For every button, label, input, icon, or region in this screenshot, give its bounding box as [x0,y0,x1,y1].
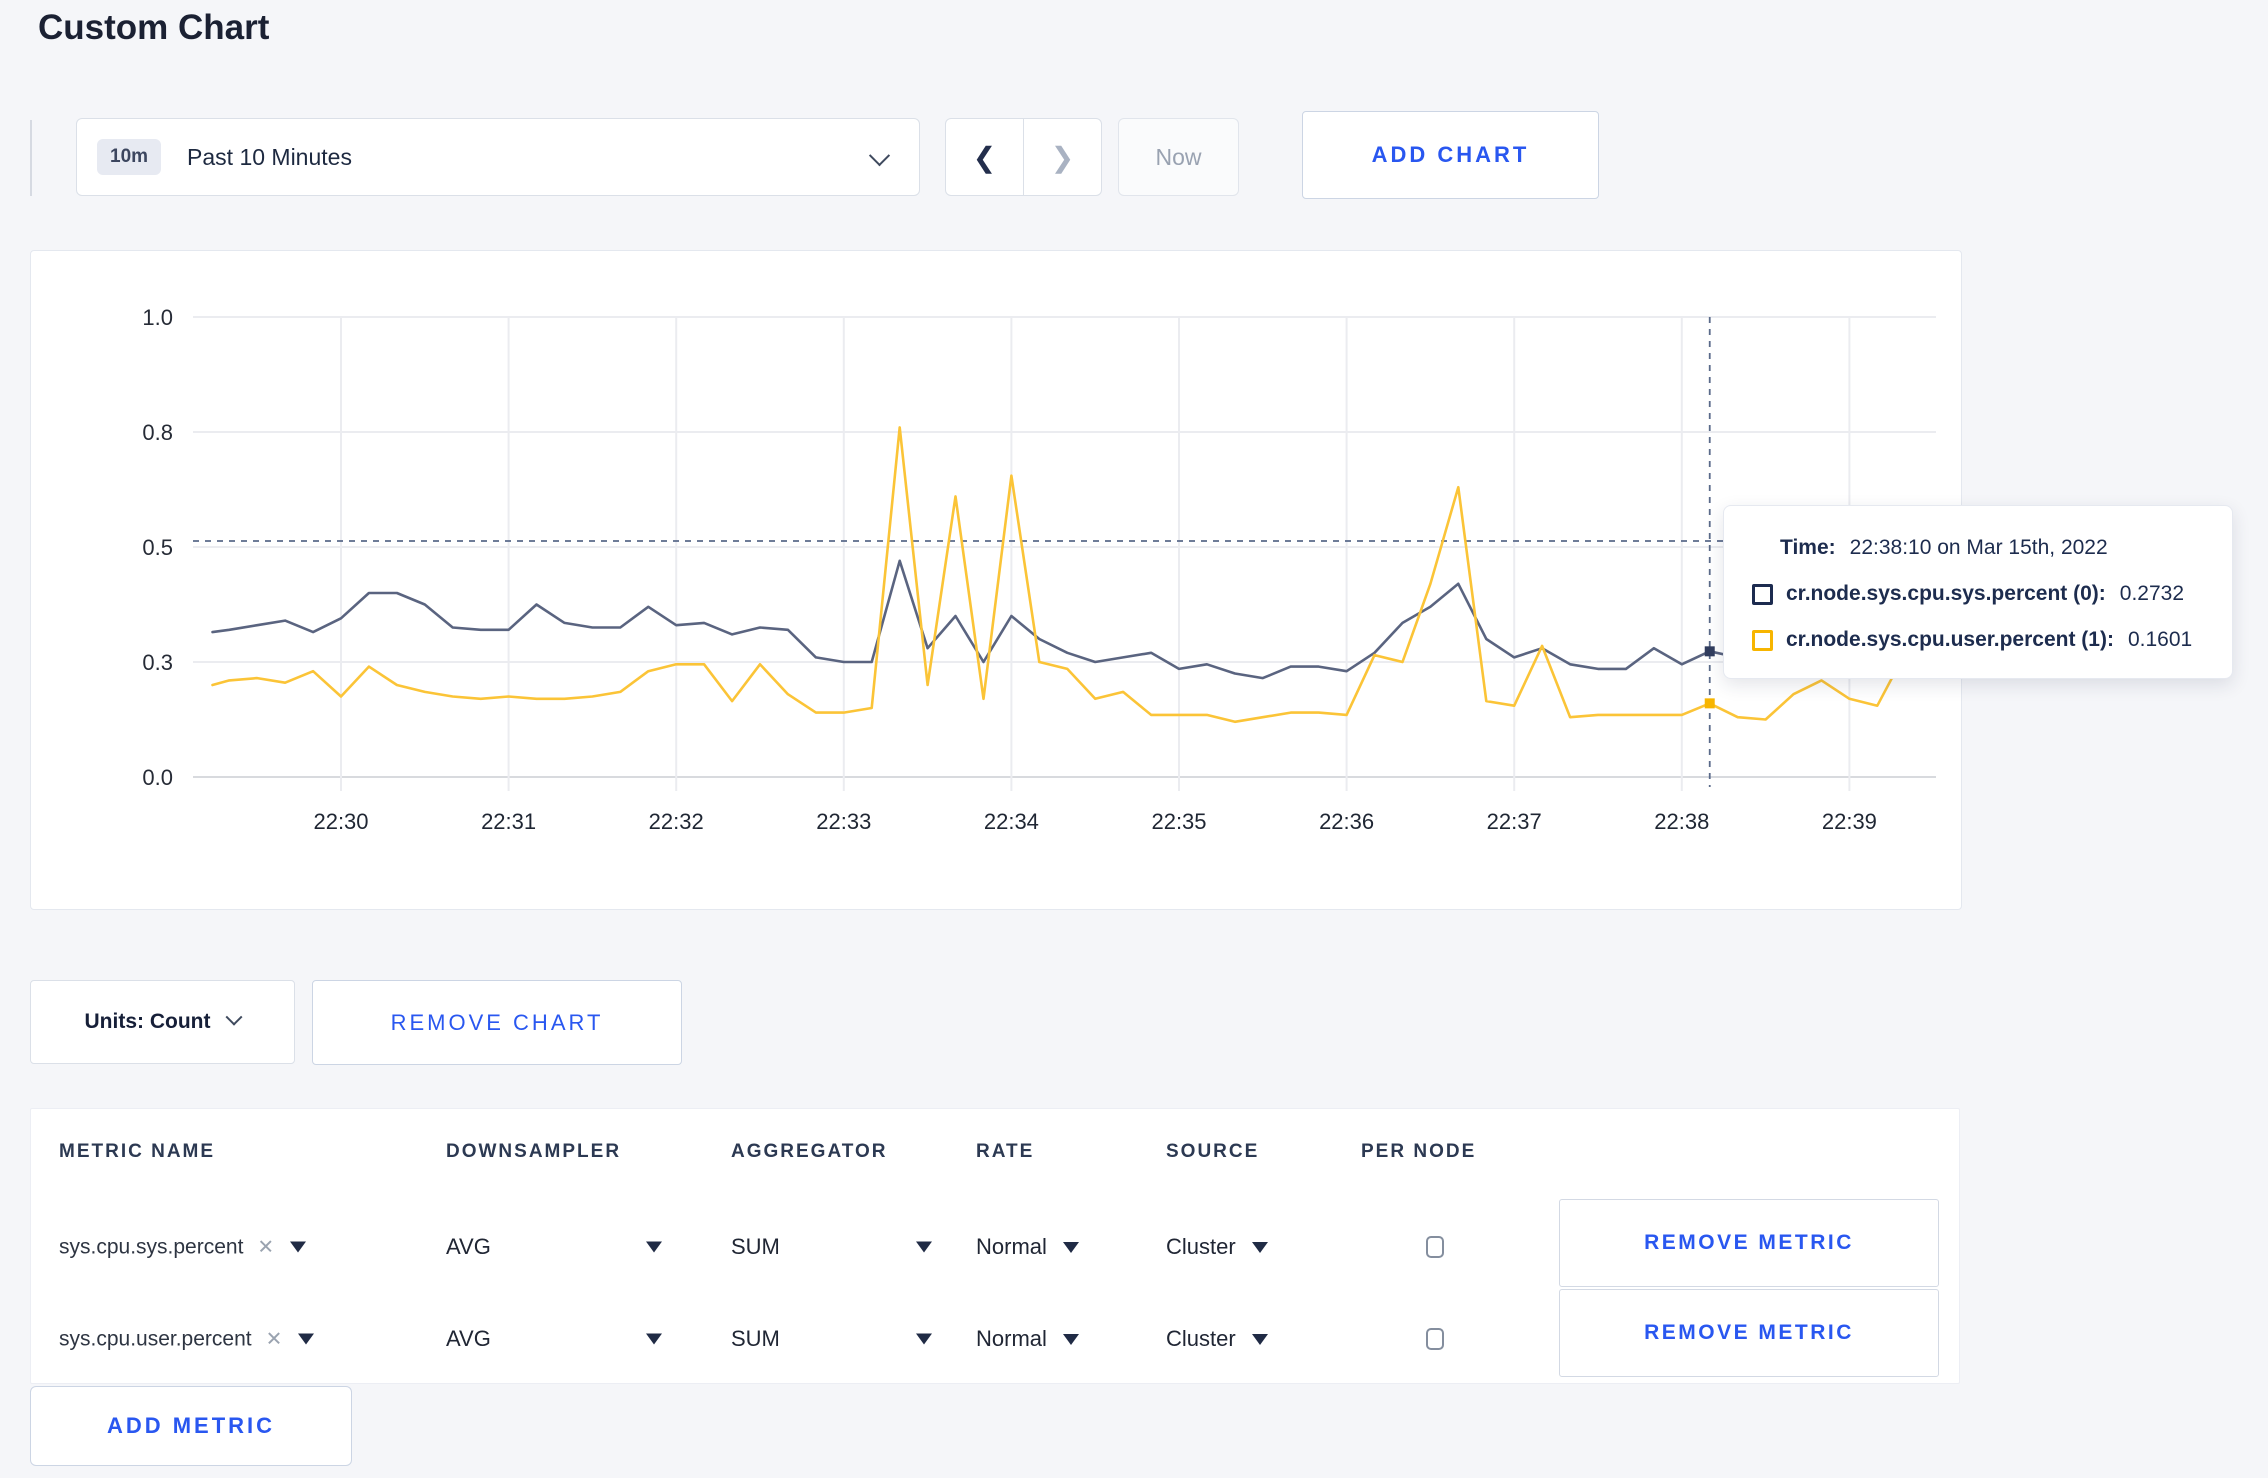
col-header-aggregator: AGGREGATOR [731,1141,888,1162]
caret-down-icon [1062,1333,1079,1345]
caret-down-icon [1251,1333,1268,1345]
svg-text:22:33: 22:33 [816,809,871,834]
time-nav-group: ❮ ❯ [945,118,1102,196]
add-metric-button[interactable]: ADD METRIC [30,1386,352,1466]
chart-panel: 0.0 0.3 0.5 0.8 1.0 22:30 22:31 22:32 22:33 22:34… [30,250,1962,910]
toolbar-divider [30,120,32,196]
downsampler-value: AVG [446,1234,491,1259]
svg-text:0.5: 0.5 [142,535,173,560]
per-node-cell [1426,1236,1444,1258]
tooltip-series-value: 0.1601 [2127,628,2193,651]
col-header-per-node: PER NODE [1361,1141,1477,1162]
sys-series-swatch-icon [1752,583,1773,605]
metric-name-select[interactable]: sys.cpu.sys.percent ✕ [59,1235,307,1260]
units-label: Units: Count [84,1010,211,1033]
svg-text:1.0: 1.0 [142,305,173,330]
prev-time-button[interactable]: ❮ [945,118,1024,196]
svg-text:22:35: 22:35 [1151,809,1206,834]
clear-metric-icon[interactable]: ✕ [257,1235,274,1260]
rate-select[interactable]: Normal [976,1234,1079,1260]
caret-down-icon [646,1241,662,1253]
svg-text:22:34: 22:34 [984,809,1039,834]
svg-text:0.3: 0.3 [142,650,173,675]
col-header-downsampler: DOWNSAMPLER [446,1141,622,1162]
tooltip-series-label: cr.node.sys.cpu.user.percent (1): [1786,628,2114,651]
chevron-left-icon: ❮ [972,141,997,173]
metric-name: sys.cpu.sys.percent [59,1235,244,1258]
remove-chart-button[interactable]: REMOVE CHART [312,980,682,1065]
downsampler-caret[interactable] [646,1241,662,1253]
tooltip-time-label: Time: [1780,536,1836,559]
chevron-down-icon [225,1008,243,1026]
caret-down-icon [290,1241,307,1253]
chevron-right-icon: ❯ [1050,141,1075,173]
custom-chart-page: Custom Chart 10m Past 10 Minutes ❮ ❯ Now… [0,0,2268,1478]
downsampler-value: AVG [446,1326,491,1351]
aggregator-value: SUM [731,1234,780,1259]
remove-metric-button[interactable]: REMOVE METRIC [1559,1289,1939,1377]
per-node-cell [1426,1328,1444,1350]
svg-text:22:37: 22:37 [1487,809,1542,834]
svg-text:22:38: 22:38 [1654,809,1709,834]
svg-text:22:32: 22:32 [649,809,704,834]
next-time-button[interactable]: ❯ [1023,118,1102,196]
rate-select[interactable]: Normal [976,1326,1079,1352]
col-header-metric-name: METRIC NAME [59,1141,216,1162]
aggregator-caret[interactable] [916,1333,932,1345]
svg-text:22:39: 22:39 [1822,809,1877,834]
metric-name: sys.cpu.user.percent [59,1327,252,1350]
remove-metric-button[interactable]: REMOVE METRIC [1559,1199,1939,1287]
source-value: Cluster [1166,1326,1236,1351]
svg-text:22:36: 22:36 [1319,809,1374,834]
per-node-checkbox[interactable] [1426,1236,1444,1258]
caret-down-icon [916,1333,932,1345]
time-range-dropdown[interactable]: 10m Past 10 Minutes [76,118,920,196]
downsampler-select[interactable]: AVG [446,1234,491,1260]
per-node-checkbox[interactable] [1426,1328,1444,1350]
caret-down-icon [298,1333,315,1345]
chart-tooltip: Time: 22:38:10 on Mar 15th, 2022 cr.node… [1723,505,2233,679]
svg-text:0.0: 0.0 [142,765,173,790]
tooltip-series-row: cr.node.sys.cpu.sys.percent (0): 0.2732 [1752,582,2184,606]
rate-value: Normal [976,1234,1047,1259]
time-range-badge: 10m [97,139,162,175]
page-title: Custom Chart [38,8,270,47]
aggregator-select[interactable]: SUM [731,1326,780,1352]
caret-down-icon [646,1333,662,1345]
tooltip-series-row: cr.node.sys.cpu.user.percent (1): 0.1601 [1752,628,2192,652]
downsampler-caret[interactable] [646,1333,662,1345]
now-button[interactable]: Now [1118,118,1239,196]
tooltip-time-row: Time: 22:38:10 on Mar 15th, 2022 [1780,536,2108,560]
col-header-source: SOURCE [1166,1141,1260,1162]
metrics-table: METRIC NAME DOWNSAMPLER AGGREGATOR RATE … [30,1108,1960,1384]
downsampler-select[interactable]: AVG [446,1326,491,1352]
units-dropdown[interactable]: Units: Count [30,980,295,1064]
timeseries-chart[interactable]: 0.0 0.3 0.5 0.8 1.0 22:30 22:31 22:32 22:33 22:34… [31,251,1961,909]
caret-down-icon [1062,1241,1079,1253]
caret-down-icon [1251,1241,1268,1253]
caret-down-icon [916,1241,932,1253]
rate-value: Normal [976,1326,1047,1351]
col-header-rate: RATE [976,1141,1035,1162]
metric-name-select[interactable]: sys.cpu.user.percent ✕ [59,1327,315,1352]
svg-text:22:30: 22:30 [313,809,368,834]
aggregator-select[interactable]: SUM [731,1234,780,1260]
svg-text:22:31: 22:31 [481,809,536,834]
source-select[interactable]: Cluster [1166,1326,1268,1352]
chevron-down-icon [868,145,891,167]
aggregator-caret[interactable] [916,1241,932,1253]
svg-text:0.8: 0.8 [142,420,173,445]
time-range-label: Past 10 Minutes [187,143,352,170]
user-series-swatch-icon [1752,629,1773,651]
source-value: Cluster [1166,1234,1236,1259]
source-select[interactable]: Cluster [1166,1234,1268,1260]
clear-metric-icon[interactable]: ✕ [266,1327,283,1352]
tooltip-series-label: cr.node.sys.cpu.sys.percent (0): [1786,582,2106,605]
tooltip-time-value: 22:38:10 on Mar 15th, 2022 [1849,536,2108,559]
tooltip-series-value: 0.2732 [2119,582,2185,605]
add-chart-button[interactable]: ADD CHART [1302,111,1599,199]
aggregator-value: SUM [731,1326,780,1351]
